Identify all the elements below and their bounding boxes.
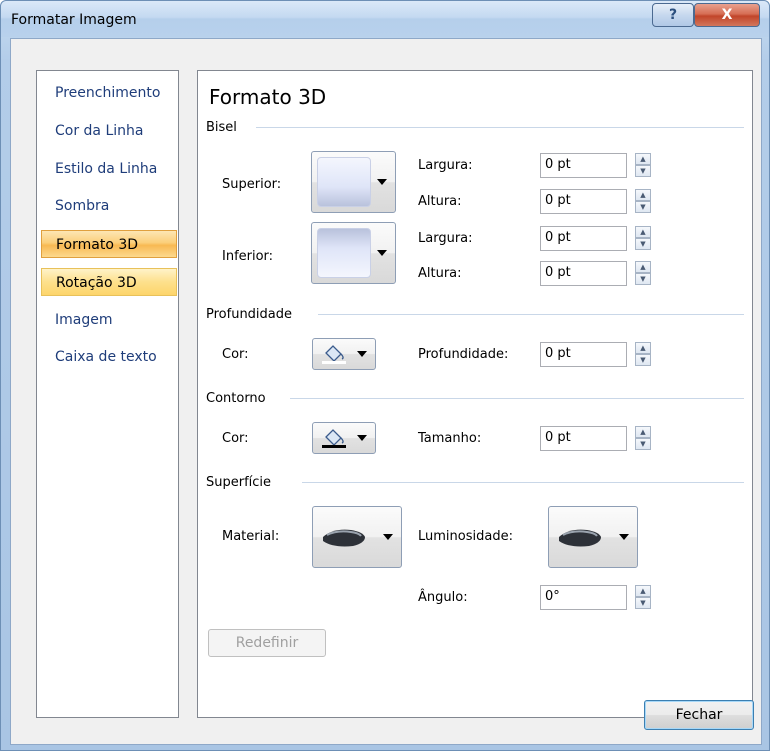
format-3d-panel: Formato 3D Bisel Superior: Largura: 0 pt… bbox=[197, 70, 753, 718]
surface-section-title: Superfície bbox=[206, 475, 272, 490]
lighting-dropdown[interactable] bbox=[548, 506, 638, 568]
spin-up-icon[interactable]: ▲ bbox=[635, 342, 651, 354]
paint-bucket-icon bbox=[322, 345, 346, 364]
size-input[interactable]: 0 pt bbox=[540, 426, 627, 451]
depth-section-title: Profundidade bbox=[206, 307, 293, 322]
chevron-down-icon bbox=[357, 351, 367, 357]
spin-up-icon[interactable]: ▲ bbox=[635, 189, 651, 201]
bottom-width-input[interactable]: 0 pt bbox=[540, 226, 627, 251]
top-width-spinner[interactable]: 0 pt ▲ ▼ bbox=[540, 153, 655, 178]
spin-down-icon[interactable]: ▼ bbox=[635, 165, 651, 177]
spin-down-icon[interactable]: ▼ bbox=[635, 273, 651, 285]
lighting-label: Luminosidade: bbox=[418, 529, 513, 544]
reset-button[interactable]: Redefinir bbox=[208, 629, 326, 657]
help-button[interactable]: ? bbox=[652, 3, 694, 27]
contour-color-label: Cor: bbox=[222, 431, 249, 446]
spin-up-icon[interactable]: ▲ bbox=[635, 585, 651, 597]
contour-color-dropdown[interactable] bbox=[312, 422, 376, 454]
chevron-down-icon bbox=[357, 435, 367, 441]
category-list: Preenchimento Cor da Linha Estilo da Lin… bbox=[36, 70, 179, 718]
spin-down-icon[interactable]: ▼ bbox=[635, 201, 651, 213]
spin-down-icon[interactable]: ▼ bbox=[635, 438, 651, 450]
angle-input[interactable]: 0° bbox=[540, 585, 627, 610]
spin-up-icon[interactable]: ▲ bbox=[635, 261, 651, 273]
size-label: Tamanho: bbox=[418, 431, 482, 446]
bevel-swatch-icon bbox=[317, 157, 371, 207]
nav-item-fill[interactable]: Preenchimento bbox=[41, 79, 177, 107]
spin-down-icon[interactable]: ▼ bbox=[635, 354, 651, 366]
depth-divider bbox=[318, 314, 744, 315]
contour-divider bbox=[290, 398, 744, 399]
spin-up-icon[interactable]: ▲ bbox=[635, 426, 651, 438]
angle-label: Ângulo: bbox=[418, 590, 468, 605]
dialog-client-area: Preenchimento Cor da Linha Estilo da Lin… bbox=[10, 38, 762, 745]
bottom-width-spinner[interactable]: 0 pt ▲ ▼ bbox=[540, 226, 655, 251]
bevel-divider bbox=[256, 127, 744, 128]
material-preview-icon bbox=[323, 529, 365, 547]
format-picture-dialog: Formatar Imagem ? X Preenchimento Cor da… bbox=[0, 0, 770, 751]
depth-input[interactable]: 0 pt bbox=[540, 342, 627, 367]
angle-spinner[interactable]: 0° ▲ ▼ bbox=[540, 585, 655, 610]
material-dropdown[interactable] bbox=[312, 506, 402, 568]
title-bar[interactable]: Formatar Imagem ? X bbox=[1, 1, 769, 37]
top-width-input[interactable]: 0 pt bbox=[540, 153, 627, 178]
window-title: Formatar Imagem bbox=[11, 12, 137, 28]
spin-down-icon[interactable]: ▼ bbox=[635, 597, 651, 609]
depth-label: Profundidade: bbox=[418, 347, 509, 362]
depth-color-label: Cor: bbox=[222, 347, 249, 362]
close-icon: X bbox=[721, 7, 733, 23]
top-height-label: Altura: bbox=[418, 194, 462, 209]
chevron-down-icon bbox=[383, 534, 393, 540]
top-height-spinner[interactable]: 0 pt ▲ ▼ bbox=[540, 189, 655, 214]
chevron-down-icon bbox=[619, 534, 629, 540]
bottom-bevel-dropdown[interactable] bbox=[311, 222, 396, 284]
paint-bucket-icon bbox=[322, 429, 346, 448]
chevron-down-icon bbox=[377, 250, 387, 256]
bottom-width-label: Largura: bbox=[418, 231, 473, 246]
chevron-down-icon bbox=[377, 179, 387, 185]
top-bevel-dropdown[interactable] bbox=[311, 151, 396, 213]
bevel-section-title: Bisel bbox=[206, 120, 237, 135]
top-height-input[interactable]: 0 pt bbox=[540, 189, 627, 214]
depth-color-dropdown[interactable] bbox=[312, 338, 376, 370]
close-button[interactable]: Fechar bbox=[644, 700, 754, 730]
nav-item-line-color[interactable]: Cor da Linha bbox=[41, 117, 177, 145]
material-label: Material: bbox=[222, 529, 280, 544]
spin-up-icon[interactable]: ▲ bbox=[635, 226, 651, 238]
nav-item-line-style[interactable]: Estilo da Linha bbox=[41, 155, 177, 183]
close-window-button[interactable]: X bbox=[694, 3, 760, 27]
contour-section-title: Contorno bbox=[206, 391, 266, 406]
bottom-height-label: Altura: bbox=[418, 266, 462, 281]
nav-item-3d-rotation[interactable]: Rotação 3D bbox=[41, 268, 177, 296]
spin-up-icon[interactable]: ▲ bbox=[635, 153, 651, 165]
bottom-height-input[interactable]: 0 pt bbox=[540, 261, 627, 286]
spin-down-icon[interactable]: ▼ bbox=[635, 238, 651, 250]
size-spinner[interactable]: 0 pt ▲ ▼ bbox=[540, 426, 655, 451]
panel-title: Formato 3D bbox=[209, 85, 327, 109]
top-width-label: Largura: bbox=[418, 158, 473, 173]
help-icon: ? bbox=[668, 7, 678, 23]
lighting-preview-icon bbox=[559, 529, 601, 547]
bottom-bevel-label: Inferior: bbox=[222, 249, 274, 264]
surface-divider bbox=[302, 482, 744, 483]
nav-item-3d-format[interactable]: Formato 3D bbox=[41, 230, 177, 258]
bottom-height-spinner[interactable]: 0 pt ▲ ▼ bbox=[540, 261, 655, 286]
nav-item-text-box[interactable]: Caixa de texto bbox=[41, 343, 177, 371]
nav-item-shadow[interactable]: Sombra bbox=[41, 192, 177, 220]
top-bevel-label: Superior: bbox=[222, 177, 282, 192]
depth-spinner[interactable]: 0 pt ▲ ▼ bbox=[540, 342, 655, 367]
bevel-swatch-icon bbox=[317, 228, 371, 278]
nav-item-picture[interactable]: Imagem bbox=[41, 306, 177, 334]
